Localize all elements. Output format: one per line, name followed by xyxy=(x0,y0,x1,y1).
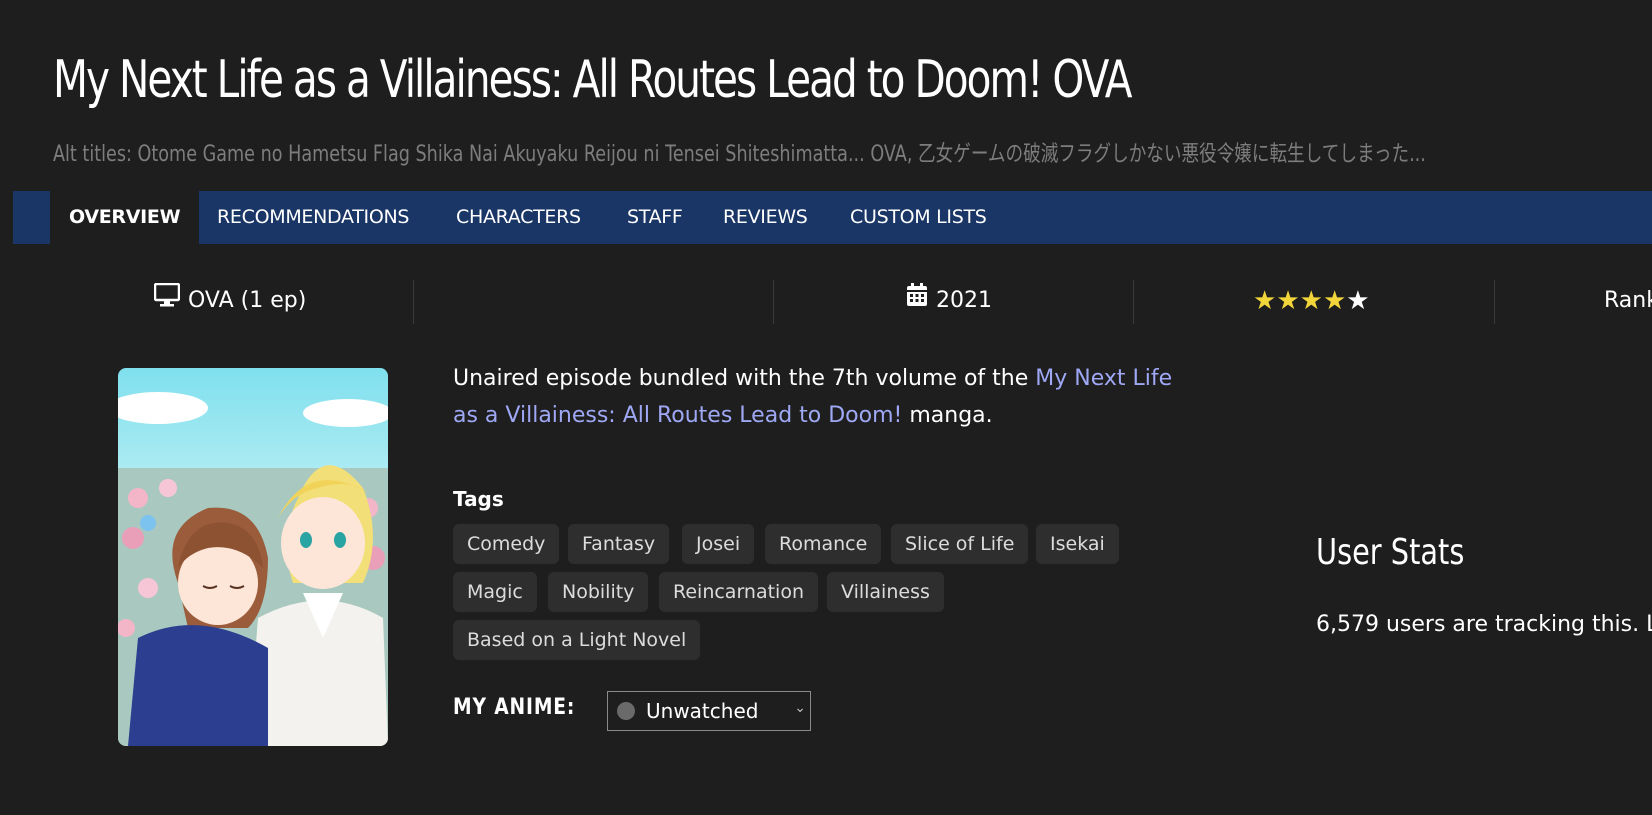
rank-label: Rank xyxy=(1604,288,1652,313)
tags-heading: Tags xyxy=(453,487,504,511)
monitor-icon xyxy=(153,276,181,326)
tag-fantasy[interactable]: Fantasy xyxy=(568,524,670,564)
status-value: Unwatched xyxy=(646,699,759,723)
cover-image xyxy=(118,368,388,746)
star-filled-icon: ★ xyxy=(1299,286,1323,316)
user-stats-heading: User Stats xyxy=(1316,532,1465,573)
calendar-icon xyxy=(906,276,928,326)
star-filled-icon: ★ xyxy=(1253,286,1277,316)
star-filled-icon: ★ xyxy=(1322,286,1347,316)
year-label: 2021 xyxy=(936,288,992,313)
star-filled-icon: ★ xyxy=(1276,286,1300,316)
description: Unaired episode bundled with the 7th vol… xyxy=(453,366,1173,428)
tag-comedy[interactable]: Comedy xyxy=(453,524,560,564)
tab-custom-lists[interactable]: CUSTOM LISTS xyxy=(850,191,987,244)
user-stats-text: 6,579 users are tracking this. L xyxy=(1316,612,1652,637)
tag-josei[interactable]: Josei xyxy=(682,524,755,564)
tab-staff[interactable]: STAFF xyxy=(627,191,683,244)
alt-titles: Alt titles: Otome Game no Hametsu Flag S… xyxy=(53,142,1426,167)
rating-stars: ★ ★ ★ ★ ★ xyxy=(1253,276,1370,326)
star-empty-icon: ★ xyxy=(1346,286,1370,316)
tag-romance[interactable]: Romance xyxy=(765,524,882,564)
divider xyxy=(1494,280,1495,324)
info-type: OVA (1 ep) xyxy=(153,276,307,326)
tab-characters[interactable]: CHARACTERS xyxy=(456,191,581,244)
divider xyxy=(413,280,414,324)
chevron-down-icon: ⌄ xyxy=(794,700,806,716)
divider xyxy=(1133,280,1134,324)
tab-reviews[interactable]: REVIEWS xyxy=(723,191,808,244)
type-label: OVA (1 ep) xyxy=(188,288,307,313)
tab-overview[interactable]: OVERVIEW xyxy=(50,191,200,244)
divider xyxy=(773,280,774,324)
tag-magic[interactable]: Magic xyxy=(453,572,537,612)
page-title: My Next Life as a Villainess: All Routes… xyxy=(53,50,1133,110)
info-year: 2021 xyxy=(906,276,992,326)
info-rank: Rank xyxy=(1604,276,1652,326)
tag-slice-of-life[interactable]: Slice of Life xyxy=(891,524,1029,564)
my-anime-label: MY ANIME: xyxy=(453,695,576,720)
status-dot-icon xyxy=(617,702,635,720)
tag-isekai[interactable]: Isekai xyxy=(1036,524,1119,564)
tag-reincarnation[interactable]: Reincarnation xyxy=(659,572,819,612)
tag-villainess[interactable]: Villainess xyxy=(827,572,944,612)
watch-status-select[interactable]: Unwatched ⌄ xyxy=(607,691,811,731)
tab-recommendations[interactable]: RECOMMENDATIONS xyxy=(217,191,410,244)
tag-nobility[interactable]: Nobility xyxy=(548,572,649,612)
tag-based-on-a-light-novel[interactable]: Based on a Light Novel xyxy=(453,620,701,660)
tab-navigation: OVERVIEW RECOMMENDATIONS CHARACTERS STAF… xyxy=(13,191,1652,244)
info-row: OVA (1 ep) 2021 ★★★★★ Rank xyxy=(0,276,1652,326)
